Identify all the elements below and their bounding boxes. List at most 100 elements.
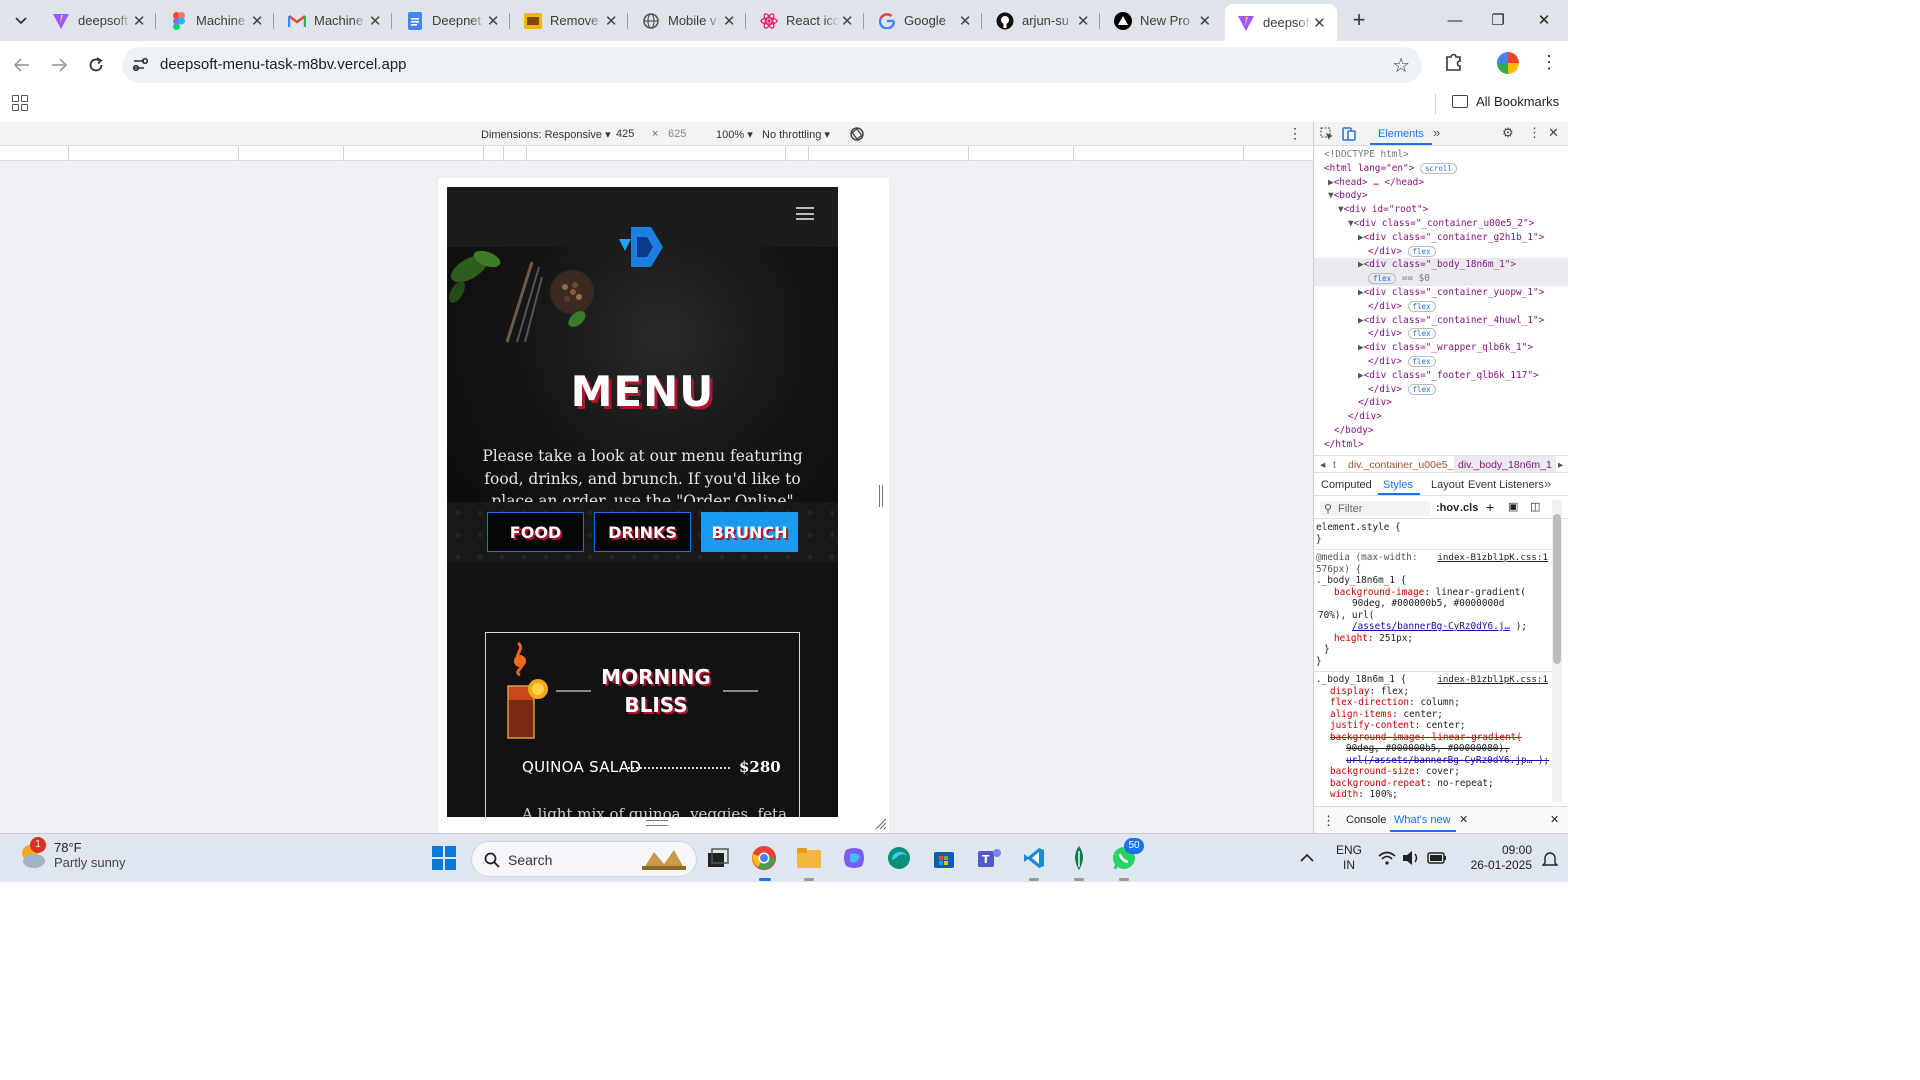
device-toggle-icon[interactable]	[1342, 126, 1356, 141]
rotate-icon[interactable]	[849, 126, 865, 145]
css-value[interactable]: center;	[1403, 709, 1443, 720]
notifications-bell-icon[interactable]	[1542, 851, 1558, 867]
tab-remove[interactable]: Remove ✕	[512, 4, 628, 37]
tab-github[interactable]: arjun-su ✕	[984, 4, 1100, 37]
dom-line[interactable]: </div> flex	[1314, 245, 1568, 259]
dom-line[interactable]: </div> flex	[1314, 355, 1568, 369]
close-drawer-tab-icon[interactable]: ✕	[1459, 813, 1468, 826]
windows-start-icon[interactable]	[432, 846, 456, 870]
edge-icon[interactable]	[885, 844, 913, 872]
taskbar-search[interactable]: Search	[471, 841, 697, 877]
dom-line[interactable]: </div> flex	[1314, 327, 1568, 341]
dom-line[interactable]: ▶<div class="_wrapper_qlb6k_1">	[1314, 341, 1568, 355]
forward-button[interactable]	[45, 51, 73, 79]
more-tabs-icon[interactable]: »	[1433, 125, 1440, 140]
css-value[interactable]: cover;	[1426, 766, 1460, 777]
tab-react-icons[interactable]: React ico ✕	[748, 4, 864, 37]
cls-toggle[interactable]: .cls	[1460, 502, 1478, 514]
css-prop[interactable]: height	[1334, 633, 1368, 644]
css-prop[interactable]: background-size	[1330, 766, 1415, 777]
css-value[interactable]: 100%;	[1370, 789, 1398, 800]
css-prop[interactable]: flex-direction	[1330, 697, 1409, 708]
asset-link[interactable]: /assets/bannerBg-CyRz0dY6.j…	[1352, 621, 1510, 632]
new-tab-button[interactable]: +	[1347, 7, 1371, 32]
chrome-app-icon[interactable]	[750, 844, 778, 872]
inspect-element-icon[interactable]	[1320, 127, 1334, 141]
chevron-up-icon[interactable]	[1300, 853, 1314, 863]
drawer-menu-icon[interactable]: ⋮	[1322, 813, 1335, 829]
extensions-puzzle-icon[interactable]	[1443, 51, 1465, 73]
battery-icon[interactable]	[1427, 852, 1447, 864]
styles-scrollbar[interactable]	[1552, 500, 1562, 802]
close-tab-icon[interactable]: ✕	[840, 12, 854, 30]
elements-tab[interactable]: Elements	[1378, 128, 1424, 140]
dom-line[interactable]: </div>	[1314, 410, 1568, 424]
microsoft-store-icon[interactable]	[930, 844, 958, 872]
css-value[interactable]: flex;	[1381, 686, 1409, 697]
dom-line[interactable]: <!DOCTYPE html>	[1314, 148, 1568, 162]
tab-styles[interactable]: Styles	[1383, 479, 1413, 491]
more-subtabs-icon[interactable]: »	[1544, 476, 1551, 491]
viewport-resize-corner[interactable]	[875, 818, 887, 830]
dom-line[interactable]: ▶<div class="_container_yuopw_1">	[1314, 286, 1568, 300]
file-explorer-icon[interactable]	[795, 844, 823, 872]
dom-line[interactable]: </div> flex	[1314, 383, 1568, 397]
tab-gmail[interactable]: Machine ✕	[276, 4, 392, 37]
css-value[interactable]: 251px;	[1379, 633, 1413, 644]
close-tab-icon[interactable]: ✕	[1198, 12, 1212, 30]
hamburger-menu-icon[interactable]	[796, 207, 814, 220]
css-value[interactable]: linear-gradient(	[1436, 587, 1526, 598]
close-tab-icon[interactable]: ✕	[486, 12, 500, 30]
minimize-button[interactable]: —	[1432, 0, 1478, 40]
maximize-button[interactable]: ❐	[1475, 0, 1521, 40]
close-tab-icon[interactable]: ✕	[958, 12, 972, 30]
bookmark-star-icon[interactable]: ☆	[1392, 53, 1410, 78]
all-bookmarks-button[interactable]: All Bookmarks	[1452, 94, 1559, 109]
styles-filter-input[interactable]	[1320, 501, 1430, 516]
app-drop-icon[interactable]	[1065, 844, 1093, 872]
css-value[interactable]: column;	[1420, 697, 1460, 708]
volume-icon[interactable]	[1402, 850, 1420, 866]
dom-line[interactable]: </html>	[1314, 438, 1568, 452]
tab-computed[interactable]: Computed	[1321, 479, 1372, 491]
element-style-selector[interactable]: element.style {	[1316, 522, 1550, 534]
dom-line[interactable]: ▶<div class="_footer_qlb6k_117">	[1314, 369, 1568, 383]
site-info-icon[interactable]	[132, 56, 150, 74]
dom-line[interactable]: ▶<div class="_container_4huwl_1">	[1314, 314, 1568, 328]
tab-layout[interactable]: Layout	[1431, 479, 1464, 491]
reload-button[interactable]	[82, 51, 110, 79]
source-link[interactable]: index-B1zbl1pK.css:1	[1437, 674, 1548, 686]
address-bar[interactable]: deepsoft-menu-task-m8bv.vercel.app ☆	[122, 47, 1422, 83]
viewport-resize-handle-bottom[interactable]	[646, 820, 668, 826]
css-value[interactable]: no-repeat;	[1437, 778, 1493, 789]
tab-vercel[interactable]: New Pro ✕	[1102, 4, 1222, 37]
profile-avatar[interactable]	[1497, 52, 1519, 74]
settings-gear-icon[interactable]: ⚙	[1502, 125, 1514, 141]
device-toolbar-menu-icon[interactable]: ⋮	[1288, 125, 1302, 142]
close-drawer-icon[interactable]: ✕	[1550, 813, 1559, 826]
close-tab-icon[interactable]: ✕	[132, 12, 146, 30]
chrome-menu-icon[interactable]: ⋮	[1540, 52, 1558, 74]
tab-deepsoft-1[interactable]: deepsoft ✕	[40, 4, 156, 37]
css-prop[interactable]: justify-content	[1330, 720, 1415, 731]
close-tab-icon[interactable]: ✕	[1076, 12, 1090, 30]
css-prop[interactable]: background-repeat	[1330, 778, 1426, 789]
dom-line[interactable]: </body>	[1314, 424, 1568, 438]
dom-line[interactable]: </div> flex	[1314, 300, 1568, 314]
tab-event-listeners[interactable]: Event Listeners	[1468, 479, 1544, 491]
close-tab-icon[interactable]: ✕	[1312, 14, 1327, 32]
dom-line[interactable]: ▶<head> … </head>	[1314, 176, 1568, 190]
weather-widget[interactable]: 1 78°F Partly sunny	[18, 837, 126, 870]
css-prop[interactable]: display	[1330, 686, 1370, 697]
dimensions-dropdown[interactable]: Dimensions: Responsive ▾	[481, 128, 611, 141]
vscode-icon[interactable]	[1020, 844, 1048, 872]
close-window-button[interactable]: ✕	[1521, 0, 1567, 40]
throttling-dropdown[interactable]: No throttling ▾	[762, 128, 830, 141]
sidebar-toggle-icon[interactable]: ◫	[1530, 500, 1540, 513]
dom-line[interactable]: ▼<div id="root">	[1314, 203, 1568, 217]
dom-line-selected[interactable]: flex == $0	[1314, 272, 1568, 286]
language-indicator[interactable]: ENG IN	[1336, 843, 1362, 873]
tab-docs[interactable]: Deepnet ✕	[394, 4, 510, 37]
breadcrumb-item[interactable]: t	[1333, 459, 1336, 471]
tab-figma[interactable]: Machine ✕	[158, 4, 274, 37]
